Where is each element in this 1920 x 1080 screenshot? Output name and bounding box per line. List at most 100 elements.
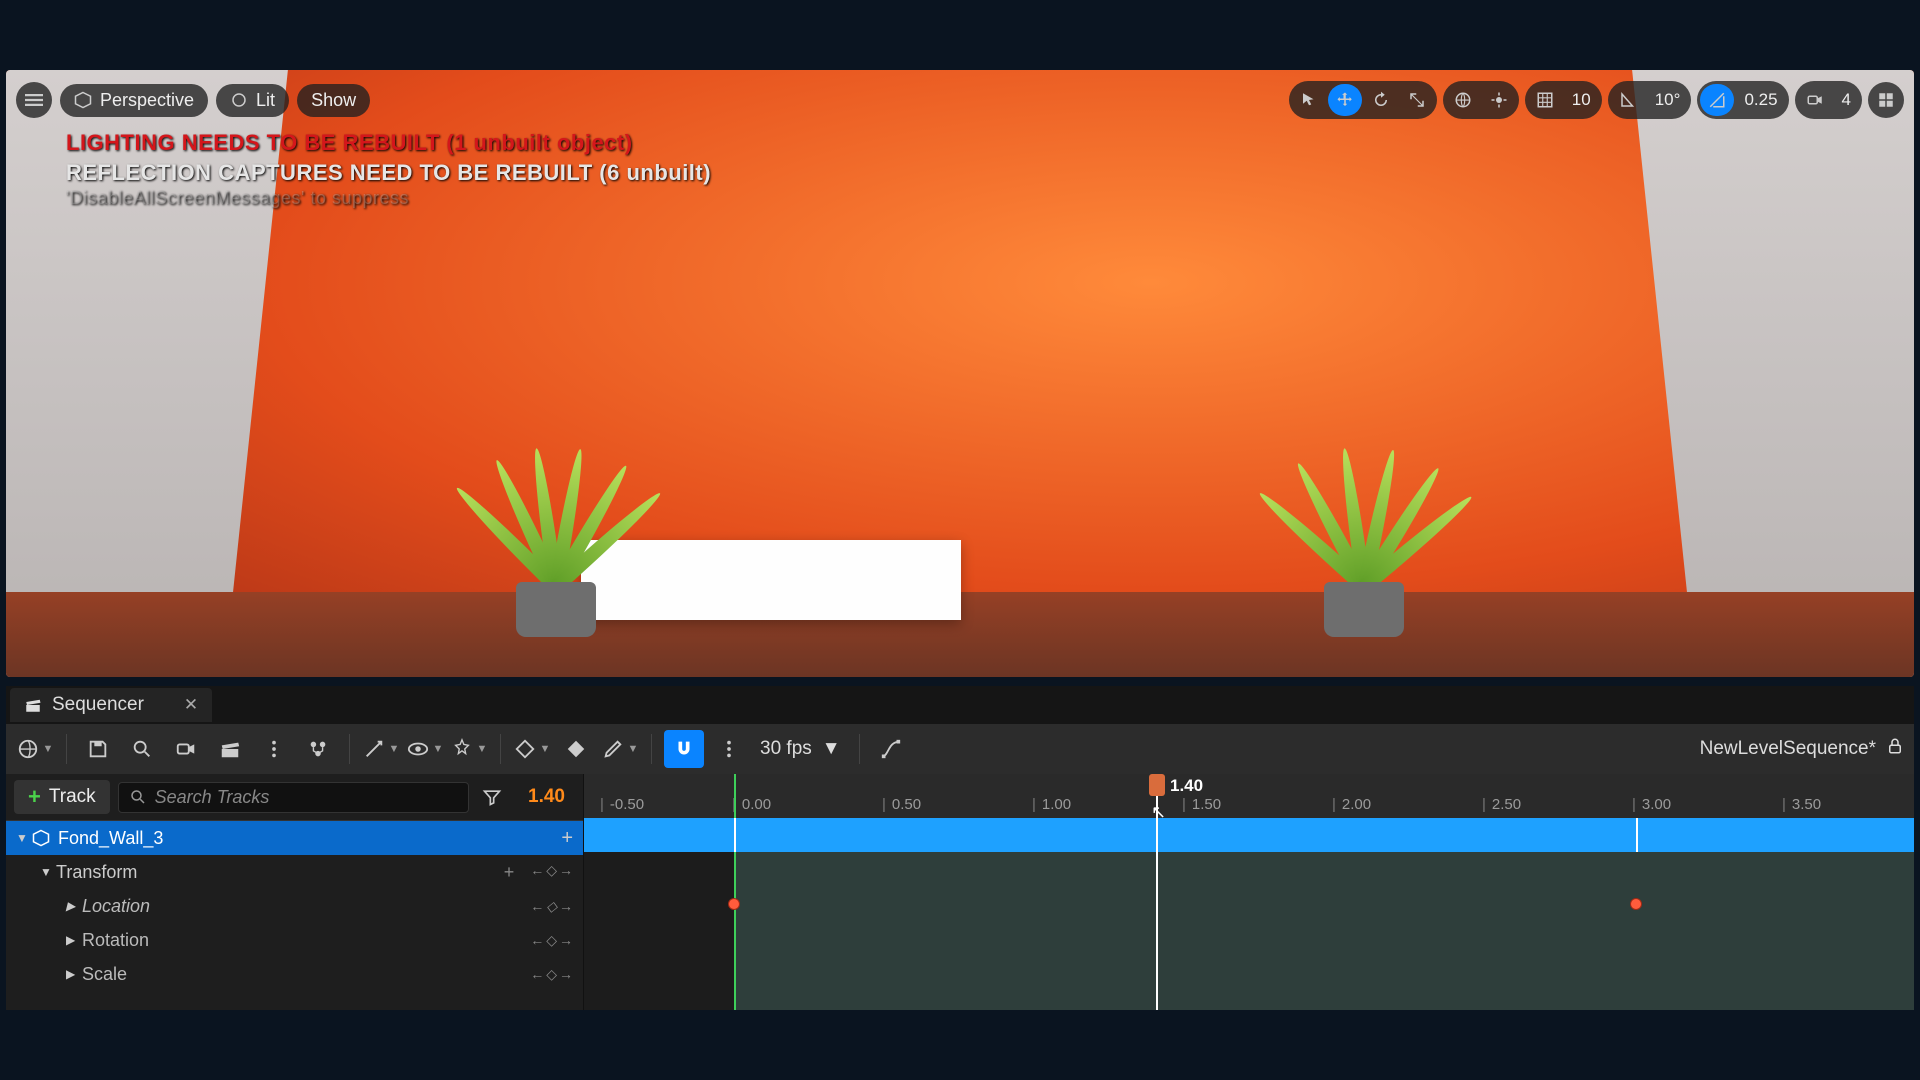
mouse-cursor-icon: ↖ — [1151, 802, 1165, 822]
add-key-button[interactable]: + — [504, 862, 515, 883]
prev-key-button[interactable]: ← — [530, 862, 544, 883]
move-tool-button[interactable] — [1328, 84, 1362, 116]
expand-toggle[interactable]: ▶ — [66, 967, 82, 981]
snap-toggle[interactable] — [664, 730, 704, 768]
more-options-button[interactable] — [255, 730, 293, 768]
search-placeholder: Search Tracks — [155, 787, 270, 808]
track-clip[interactable] — [584, 818, 1914, 852]
hamburger-icon — [25, 91, 43, 109]
scene-plant-right — [1254, 377, 1474, 637]
grid-snap-toggle[interactable] — [1528, 84, 1562, 116]
view-dropdown[interactable]: ▼ — [406, 730, 444, 768]
coord-space-group — [1443, 81, 1519, 119]
next-key-button[interactable]: → — [559, 932, 573, 949]
edit-options-dropdown[interactable]: ▼ — [601, 730, 639, 768]
layout-grid-icon — [1877, 91, 1895, 109]
viewport-layout-button[interactable] — [1868, 82, 1904, 118]
clip-end-marker[interactable] — [1636, 818, 1638, 852]
actor-icon — [32, 829, 50, 847]
scale-tool-button[interactable] — [1400, 84, 1434, 116]
expand-toggle[interactable]: ▶ — [66, 933, 82, 947]
world-local-toggle[interactable] — [1446, 84, 1480, 116]
sequence-breadcrumb[interactable]: NewLevelSequence* — [1700, 737, 1904, 761]
key-diamond-button[interactable]: ◇ — [546, 932, 557, 949]
prev-key-button[interactable]: ← — [530, 932, 544, 949]
track-row-scale[interactable]: ▶ Scale ←◇→ — [6, 957, 583, 991]
add-track-button[interactable]: + Track — [14, 780, 110, 814]
viewport[interactable]: Perspective Lit Show — [6, 70, 1914, 677]
sequencer-timeline[interactable]: -0.50 0.00 0.50 1.00 1.50 2.00 2.50 3.00… — [584, 774, 1914, 1010]
prev-key-button[interactable]: ← — [530, 898, 544, 915]
key-diamond-button[interactable]: ◇ — [546, 862, 557, 883]
actions-dropdown[interactable]: ▼ — [362, 730, 400, 768]
prev-key-button[interactable]: ← — [530, 966, 544, 983]
track-transform-label: Transform — [56, 862, 137, 883]
keyframe-marker[interactable] — [1630, 898, 1642, 910]
ruler-tick: 2.00 — [1332, 796, 1371, 813]
current-time-field[interactable]: 1.40 — [515, 786, 575, 808]
expand-toggle[interactable]: ▼ — [40, 865, 56, 879]
select-tool-button[interactable] — [1292, 84, 1326, 116]
camera-speed-button[interactable] — [1798, 84, 1832, 116]
camera-speed-value[interactable]: 4 — [1834, 90, 1859, 110]
perspective-dropdown[interactable]: Perspective — [60, 84, 208, 117]
autokey-button[interactable] — [557, 730, 595, 768]
viewport-menu-button[interactable] — [16, 82, 52, 118]
key-diamond-button[interactable]: ◇ — [546, 898, 557, 915]
snap-options-button[interactable] — [710, 730, 748, 768]
clapper-icon — [24, 696, 42, 714]
lit-mode-dropdown[interactable]: Lit — [216, 84, 289, 117]
sequence-name-label: NewLevelSequence* — [1700, 738, 1876, 760]
camera-button[interactable] — [167, 730, 205, 768]
sequencer-toolbar: ▼ ▼ ▼ ▼ ▼ ▼ 30 fps ▼ — [6, 724, 1914, 774]
save-button[interactable] — [79, 730, 117, 768]
expand-toggle[interactable]: ▶ — [66, 899, 82, 913]
track-row-transform[interactable]: ▼ Transform + ← ◇ → — [6, 855, 583, 889]
show-dropdown[interactable]: Show — [297, 84, 370, 117]
lit-label: Lit — [256, 90, 275, 111]
track-row-rotation[interactable]: ▶ Rotation ←◇→ — [6, 923, 583, 957]
next-key-button[interactable]: → — [559, 898, 573, 915]
outliner-header: + Track Search Tracks 1.40 — [6, 774, 583, 821]
ruler-tick: 0.00 — [732, 796, 771, 813]
next-key-button[interactable]: → — [559, 966, 573, 983]
sequencer-tab-row: Sequencer ✕ — [6, 686, 1914, 724]
expand-toggle[interactable]: ▼ — [16, 831, 32, 845]
timeline-ruler[interactable]: -0.50 0.00 0.50 1.00 1.50 2.00 2.50 3.00… — [584, 774, 1914, 818]
track-row-location[interactable]: ▶ Location ←◇→ — [6, 889, 583, 923]
playback-dropdown[interactable]: ▼ — [450, 730, 488, 768]
render-button[interactable] — [211, 730, 249, 768]
key-options-dropdown[interactable]: ▼ — [513, 730, 551, 768]
search-tracks-input[interactable]: Search Tracks — [118, 782, 469, 813]
rotate-tool-button[interactable] — [1364, 84, 1398, 116]
filter-button[interactable] — [477, 782, 507, 812]
key-nav-group: + ← ◇ → — [504, 862, 573, 883]
add-section-button[interactable]: + — [561, 827, 573, 850]
track-scale-label: Scale — [82, 964, 127, 985]
surface-snap-button[interactable] — [1482, 84, 1516, 116]
track-root-label: Fond_Wall_3 — [58, 828, 163, 849]
key-diamond-button[interactable]: ◇ — [546, 966, 557, 983]
scale-snap-toggle[interactable] — [1700, 84, 1734, 116]
clip-start-marker[interactable] — [734, 818, 736, 852]
director-button[interactable] — [299, 730, 337, 768]
sequencer-tab[interactable]: Sequencer ✕ — [10, 688, 212, 722]
range-start-marker[interactable] — [734, 774, 736, 1010]
grid-snap-group: 10 — [1525, 81, 1602, 119]
browse-button[interactable] — [123, 730, 161, 768]
angle-snap-toggle[interactable] — [1611, 84, 1645, 116]
warning-reflection: REFLECTION CAPTURES NEED TO BE REBUILT (… — [66, 160, 711, 186]
keyframe-marker[interactable] — [728, 898, 740, 910]
angle-snap-value[interactable]: 10° — [1647, 90, 1689, 110]
grid-snap-value[interactable]: 10 — [1564, 90, 1599, 110]
tab-close-button[interactable]: ✕ — [184, 695, 198, 715]
scale-snap-value[interactable]: 0.25 — [1736, 90, 1785, 110]
ruler-tick: 1.50 — [1182, 796, 1221, 813]
track-row-root[interactable]: ▼ Fond_Wall_3 + — [6, 821, 583, 855]
curve-editor-button[interactable] — [872, 730, 910, 768]
world-dropdown[interactable]: ▼ — [16, 730, 54, 768]
fps-dropdown[interactable]: 30 fps ▼ — [754, 738, 847, 760]
warning-suppress-hint: 'DisableAllScreenMessages' to suppress — [66, 188, 711, 209]
transform-mode-group — [1289, 81, 1437, 119]
next-key-button[interactable]: → — [559, 862, 573, 883]
